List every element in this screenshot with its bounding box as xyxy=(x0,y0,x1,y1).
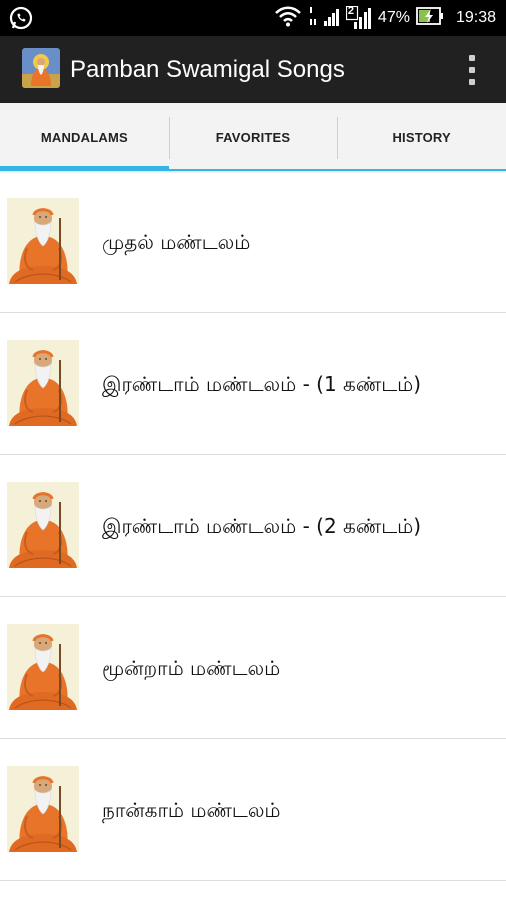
list-item[interactable]: மூன்றாம் மண்டலம் xyxy=(0,597,506,739)
whatsapp-icon xyxy=(8,5,34,31)
action-bar: Pamban Swamigal Songs xyxy=(0,36,506,103)
battery-charging-icon xyxy=(416,6,444,30)
tab-label: FAVORITES xyxy=(215,129,291,145)
list-item-label: முதல் மண்டலம் xyxy=(102,230,251,254)
clock: 19:38 xyxy=(455,9,496,26)
status-icons: 2 47% 19:38 xyxy=(274,0,496,36)
list-item-label: இரண்டாம் மண்டலம் - (1 கண்டம்) xyxy=(102,372,422,396)
app-title: Pamban Swamigal Songs xyxy=(70,56,345,83)
list-item-label: நான்காம் மண்டலம் xyxy=(102,798,281,822)
sim-slot-label: 2 xyxy=(347,5,355,17)
tab-label: MANDALAMS xyxy=(40,129,128,145)
list-item[interactable]: இரண்டாம் மண்டலம் - (2 கண்டம்) xyxy=(0,455,506,597)
data-arrows-icon xyxy=(308,5,318,31)
swami-thumbnail xyxy=(7,624,79,710)
list-item-label: மூன்றாம் மண்டலம் xyxy=(102,656,281,680)
signal-icon xyxy=(323,5,340,31)
overflow-menu-icon[interactable] xyxy=(464,52,480,88)
sim2-signal-icon: 2 xyxy=(345,5,372,30)
tab-label: HISTORY xyxy=(392,129,451,145)
battery-percent: 47% xyxy=(377,9,410,26)
list-item-label: இரண்டாம் மண்டலம் - (2 கண்டம்) xyxy=(102,514,422,538)
tab-bar: MANDALAMS FAVORITES HISTORY xyxy=(0,103,506,171)
swami-thumbnail xyxy=(7,340,79,426)
mandalam-list: முதல் மண்டலம் இரண்டாம் மண்டலம் - (1 கண்ட… xyxy=(0,171,506,881)
swami-thumbnail xyxy=(7,766,79,852)
tab-favorites[interactable]: FAVORITES xyxy=(168,103,338,171)
swami-thumbnail xyxy=(7,198,79,284)
swami-thumbnail xyxy=(7,482,79,568)
wifi-icon xyxy=(274,5,302,31)
status-bar: 2 47% 19:38 xyxy=(0,0,506,36)
list-item[interactable]: இரண்டாம் மண்டலம் - (1 கண்டம்) xyxy=(0,313,506,455)
list-item[interactable]: முதல் மண்டலம் xyxy=(0,171,506,313)
list-item[interactable]: நான்காம் மண்டலம் xyxy=(0,739,506,881)
tab-history[interactable]: HISTORY xyxy=(337,103,506,171)
tab-mandalams[interactable]: MANDALAMS xyxy=(0,103,169,171)
swami-app-icon[interactable] xyxy=(22,48,60,88)
